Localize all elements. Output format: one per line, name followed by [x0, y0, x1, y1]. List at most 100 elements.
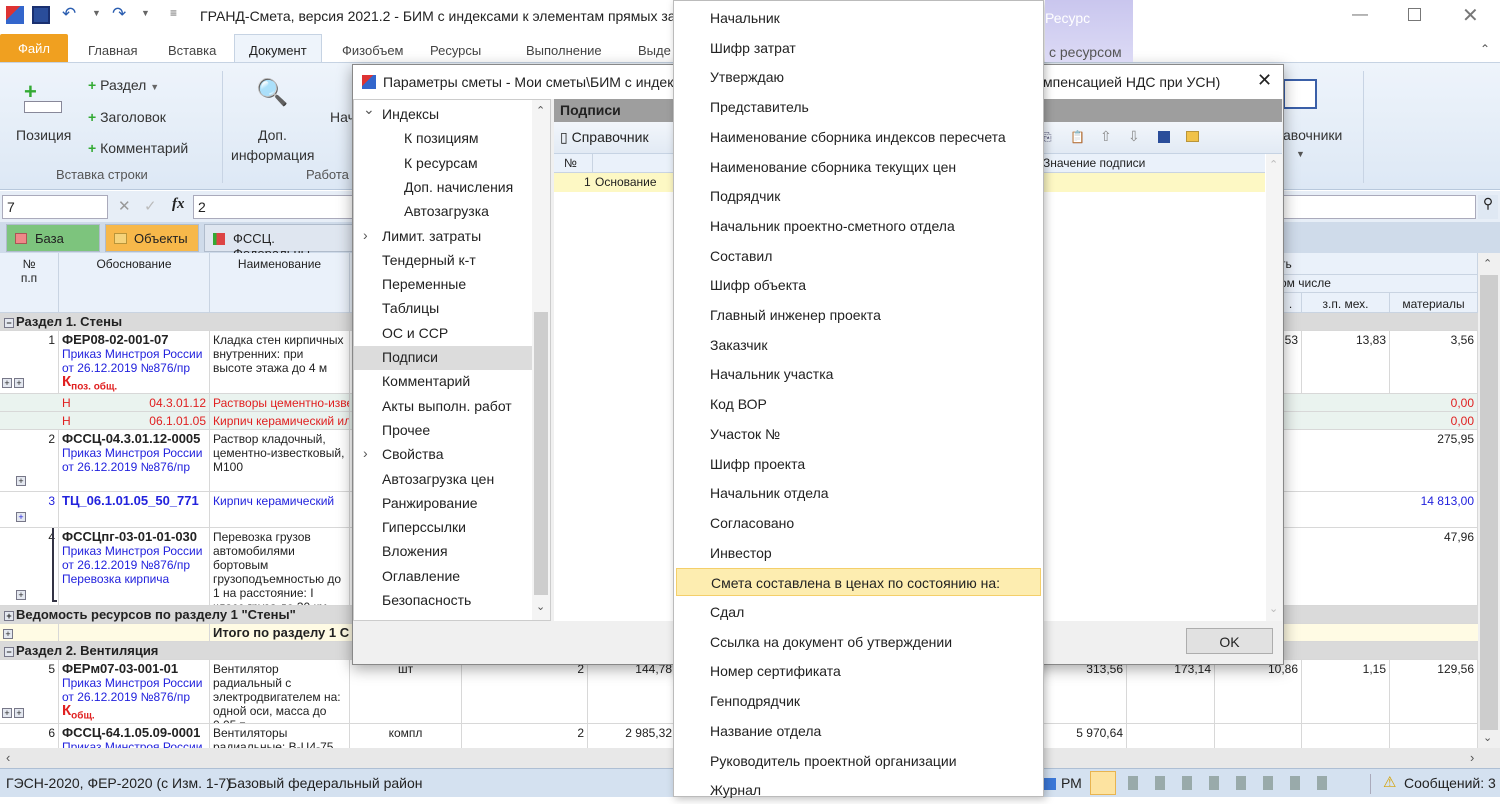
order-link[interactable]: Приказ Минстроя России	[62, 544, 206, 558]
tree-item[interactable]: ОС и ССР	[354, 322, 532, 346]
scroll-up-icon[interactable]: ⌃	[536, 104, 545, 117]
vertical-scrollbar[interactable]: ⌃ ⌄	[1478, 253, 1500, 748]
tree-item[interactable]: Автозагрузка цен	[354, 468, 532, 492]
norms-base[interactable]: ГЭСН-2020, ФЕР-2020 (с Изм. 1-7)	[6, 775, 231, 791]
order-link[interactable]: Приказ Минстроя России	[62, 740, 206, 748]
tree-item[interactable]: Автозагрузка	[354, 200, 532, 224]
references-dropdown-icon[interactable]: ▼	[1296, 149, 1305, 159]
tab-fssc[interactable]: ФССЦ. Федеральны	[204, 224, 354, 261]
tree-item[interactable]: ⌄ Индексы	[354, 101, 532, 127]
dropdown-item[interactable]: Название отдела	[676, 717, 1041, 745]
tab-execution[interactable]: Выполнение	[514, 40, 614, 62]
tree-item[interactable]: Акты выполн. работ	[354, 395, 532, 419]
order-date[interactable]: от 26.12.2019 №876/пр	[62, 690, 206, 704]
tree-item[interactable]: Переменные	[354, 273, 532, 297]
order-link[interactable]: Приказ Минстроя России	[62, 676, 206, 690]
dropdown-item[interactable]: Шифр затрат	[676, 34, 1041, 62]
function-icon[interactable]: fx	[172, 196, 185, 213]
scroll-up-icon[interactable]: ⌃	[1269, 158, 1278, 171]
col-header-value[interactable]: Значение подписи	[1043, 156, 1145, 170]
expand-icon[interactable]: +	[16, 512, 26, 522]
expand-icon[interactable]: +	[14, 708, 24, 718]
col-header-num[interactable]: № п.п	[0, 253, 59, 313]
dropdown-item[interactable]: Представитель	[676, 93, 1041, 121]
dropdown-item[interactable]: Начальник	[676, 4, 1041, 32]
tab-objects[interactable]: Объекты	[105, 224, 199, 252]
tree-item[interactable]: Подписи	[354, 346, 532, 370]
dropdown-item[interactable]: Код ВОР	[676, 390, 1041, 418]
col-header-name[interactable]: Наименование	[210, 253, 350, 313]
collapse-icon[interactable]: −	[4, 647, 14, 657]
scroll-thumb[interactable]	[534, 312, 548, 595]
dropdown-item[interactable]: Составил	[676, 242, 1041, 270]
minimize-button[interactable]: —	[1352, 6, 1368, 24]
scroll-down-icon[interactable]: ⌄	[1269, 602, 1278, 615]
dropdown-item[interactable]: Журнал	[676, 776, 1041, 804]
insert-section-button[interactable]: + Раздел ▼	[88, 77, 159, 93]
dropdown-item[interactable]: Сдал	[676, 598, 1041, 626]
collapse-icon[interactable]: −	[4, 318, 14, 328]
dialog-close-button[interactable]: ✕	[1257, 70, 1272, 91]
tree-item[interactable]: Тендерный к-т	[354, 249, 532, 273]
signature-name[interactable]: Основание	[595, 175, 657, 189]
close-window-button[interactable]: ✕	[1462, 3, 1479, 28]
dropdown-item[interactable]: Заказчик	[676, 331, 1041, 359]
move-up-icon[interactable]: ⇧	[1100, 128, 1112, 145]
insert-heading-button[interactable]: + Заголовок	[88, 109, 166, 125]
references-button[interactable]: авочники	[1283, 127, 1342, 143]
scroll-left-icon[interactable]: ‹	[6, 750, 10, 765]
expand-icon[interactable]: +	[4, 611, 14, 621]
scroll-down-icon[interactable]: ⌄	[536, 600, 545, 613]
redo-icon[interactable]: ↷	[112, 4, 126, 24]
dropdown-item[interactable]: Номер сертификата	[676, 657, 1041, 685]
tab-home[interactable]: Главная	[76, 40, 149, 62]
scroll-right-icon[interactable]: ›	[1470, 750, 1474, 765]
col-header-total[interactable]: ть	[1280, 253, 1478, 275]
dropdown-item[interactable]: Руководитель проектной организации	[676, 747, 1041, 775]
open-folder-icon[interactable]	[1186, 131, 1199, 142]
dropdown-item[interactable]: Инвестор	[676, 539, 1041, 567]
dop-info-line1[interactable]: Доп.	[258, 127, 287, 143]
tree-item[interactable]: Гиперссылки	[354, 516, 532, 540]
tree-item[interactable]: К ресурсам	[354, 152, 532, 176]
tree-item[interactable]: Оглавление	[354, 565, 532, 589]
redo-dropdown-icon[interactable]: ▼	[141, 8, 150, 18]
col-header-zp-mech[interactable]: з.п. мех.	[1302, 293, 1390, 313]
chevron-right-icon[interactable]: ›	[363, 445, 368, 461]
order-date[interactable]: от 26.12.2019 №876/пр	[62, 361, 206, 375]
dropdown-item[interactable]: Главный инженер проекта	[676, 301, 1041, 329]
restore-button[interactable]	[1408, 8, 1421, 21]
dropdown-item[interactable]: Согласовано	[676, 509, 1041, 537]
dropdown-item[interactable]: Генподрядчик	[676, 687, 1041, 715]
tab-physvolume[interactable]: Физобъем	[330, 40, 416, 62]
region[interactable]: Базовый федеральный район	[228, 775, 422, 791]
collapse-ribbon-icon[interactable]: ⌃	[1480, 42, 1490, 56]
dropdown-item[interactable]: Ссылка на документ об утверждении	[676, 628, 1041, 656]
order-date[interactable]: от 26.12.2019 №876/пр	[62, 460, 206, 474]
dropdown-item[interactable]: Шифр объекта	[676, 271, 1041, 299]
rm-button[interactable]: РМ	[1061, 775, 1082, 791]
tree-item[interactable]: › Свойства	[354, 443, 532, 467]
dop-info-button[interactable]: информация	[231, 147, 314, 163]
scroll-thumb[interactable]	[1480, 275, 1498, 730]
tree-item[interactable]: Безопасность	[354, 589, 532, 613]
messages-count[interactable]: Сообщений: 3	[1404, 775, 1496, 791]
dropdown-item[interactable]: Шифр проекта	[676, 450, 1041, 478]
dropdown-item[interactable]: Наименование сборника текущих цен	[676, 153, 1041, 181]
col-header-basis[interactable]: Обоснование	[59, 253, 210, 313]
ok-button[interactable]: OK	[1186, 628, 1273, 654]
tree-scrollbar[interactable]: ⌃ ⌄	[532, 100, 550, 620]
col-header-num[interactable]: №	[564, 156, 577, 170]
chevron-right-icon[interactable]: ›	[363, 227, 368, 243]
save-icon[interactable]	[1158, 131, 1170, 143]
col-header-incl[interactable]: ом числе	[1280, 275, 1478, 293]
confirm-icon[interactable]: ✓	[144, 197, 157, 215]
insert-comment-button[interactable]: + Комментарий	[88, 140, 188, 156]
expand-icon[interactable]: +	[16, 590, 26, 600]
tab-base[interactable]: База	[6, 224, 100, 252]
panel-scrollbar[interactable]: ⌃ ⌄	[1266, 154, 1282, 621]
tab-file[interactable]: Файл	[0, 34, 68, 62]
tree-item[interactable]: Доп. начисления	[354, 176, 532, 200]
tree-item[interactable]: Таблицы	[354, 297, 532, 321]
order-link[interactable]: Приказ Минстроя России	[62, 446, 206, 460]
